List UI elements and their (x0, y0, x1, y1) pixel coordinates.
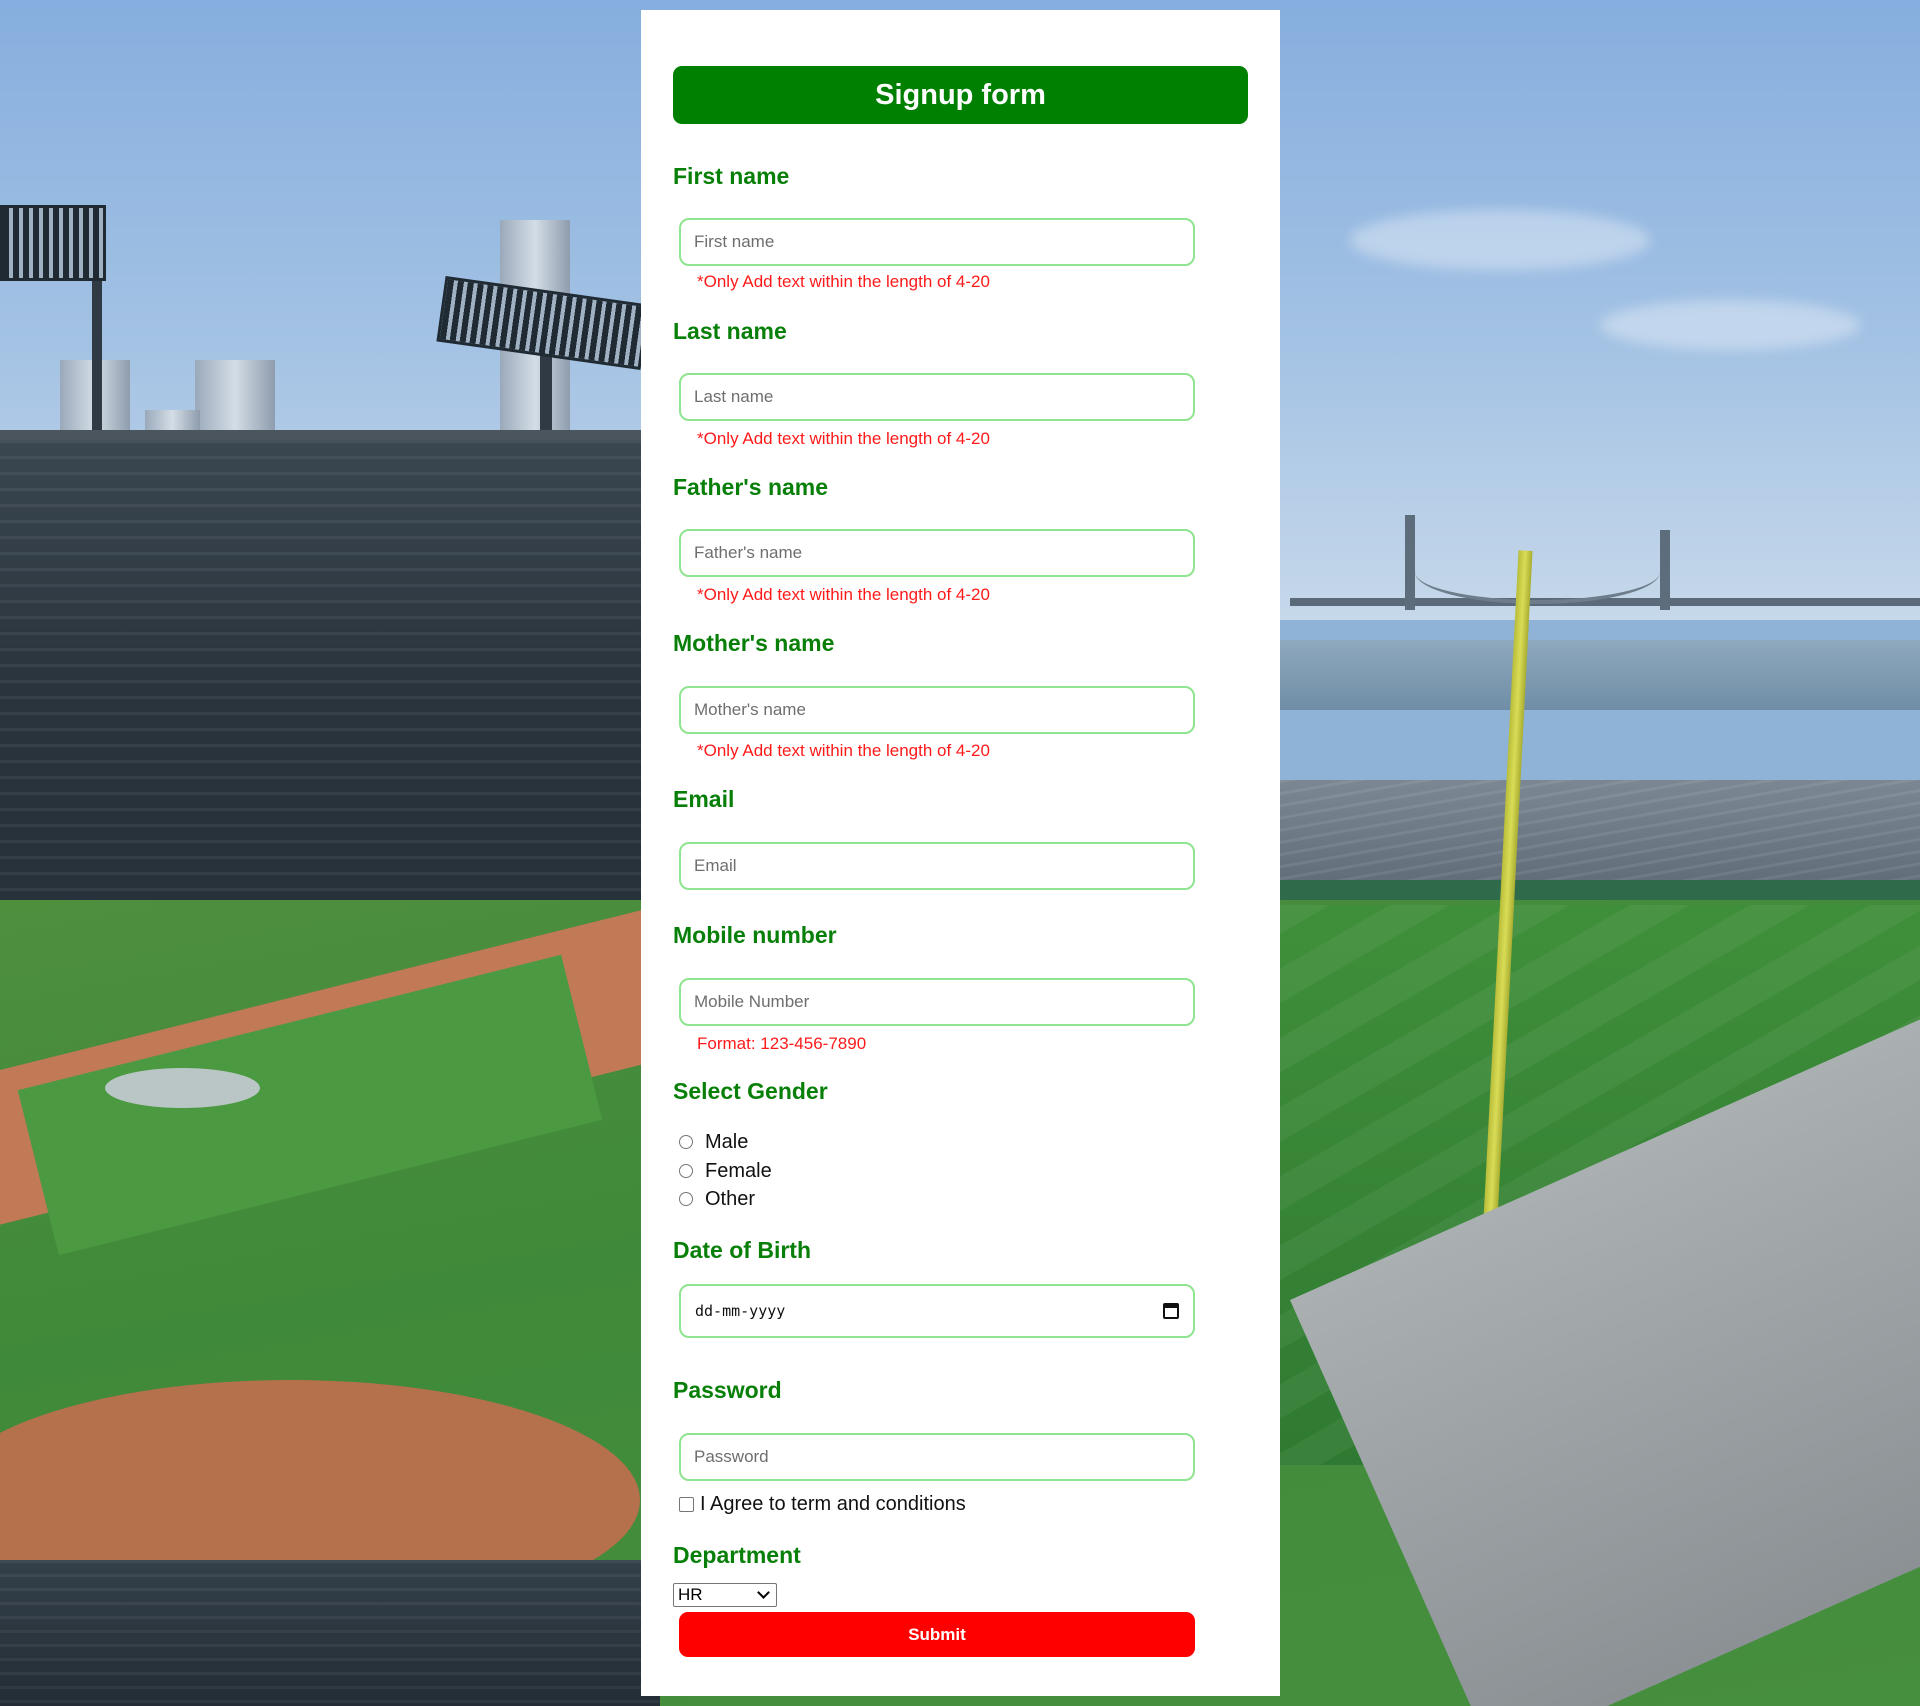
fathers-name-label: Father's name (673, 474, 829, 500)
radio-button[interactable] (679, 1135, 693, 1149)
radio-label: Male (705, 1130, 749, 1153)
light-tower (92, 280, 102, 450)
last-name-hint: *Only Add text within the length of 4-20 (697, 429, 990, 448)
dob-date-input[interactable]: dd-mm-yyyy (679, 1284, 1195, 1338)
email-input[interactable] (679, 842, 1195, 890)
first-name-hint: *Only Add text within the length of 4-20 (697, 272, 990, 291)
calendar-icon[interactable] (1163, 1303, 1179, 1319)
bay-water (1280, 640, 1920, 710)
bridge-tower (1660, 530, 1670, 610)
department-selected-value: HR (678, 1585, 703, 1604)
stands-right (1280, 780, 1920, 890)
bridge-cable (1415, 540, 1660, 604)
gender-option-male[interactable]: Male (679, 1129, 748, 1155)
department-label: Department (673, 1542, 801, 1568)
light-bank (0, 205, 106, 281)
bridge-deck (1290, 598, 1920, 606)
cloud (1350, 210, 1650, 270)
bridge-tower (1405, 515, 1415, 610)
terms-checkbox-row[interactable]: I Agree to term and conditions (679, 1493, 966, 1516)
cloud (1600, 300, 1860, 350)
email-label: Email (673, 786, 735, 812)
mobile-format-hint: Format: 123-456-7890 (697, 1034, 867, 1053)
submit-button[interactable]: Submit (679, 1612, 1195, 1657)
radio-button[interactable] (679, 1164, 693, 1178)
department-select[interactable]: HR (673, 1583, 777, 1607)
stands-bottom (0, 1560, 660, 1706)
last-name-label: Last name (673, 318, 787, 344)
password-label: Password (673, 1377, 782, 1403)
mobile-label: Mobile number (673, 922, 837, 948)
fathers-name-hint: *Only Add text within the length of 4-20 (697, 585, 990, 604)
first-name-input[interactable] (679, 218, 1195, 266)
gender-label: Select Gender (673, 1078, 828, 1104)
gender-option-other[interactable]: Other (679, 1186, 755, 1212)
first-name-label: First name (673, 163, 790, 189)
terms-checkbox[interactable] (679, 1497, 694, 1512)
mobile-input[interactable] (679, 978, 1195, 1026)
terms-label: I Agree to term and conditions (700, 1493, 966, 1515)
signup-form-card: Signup form First name *Only Add text wi… (641, 10, 1280, 1696)
radio-label: Female (705, 1159, 772, 1182)
pitchers-mound (105, 1068, 260, 1108)
mothers-name-hint: *Only Add text within the length of 4-20 (697, 741, 990, 760)
dob-value: dd-mm-yyyy (695, 1302, 786, 1320)
mothers-name-input[interactable] (679, 686, 1195, 734)
form-title: Signup form (673, 66, 1248, 124)
radio-button[interactable] (679, 1192, 693, 1206)
last-name-input[interactable] (679, 373, 1195, 421)
mothers-name-label: Mother's name (673, 630, 835, 656)
dob-label: Date of Birth (673, 1237, 811, 1263)
gender-option-female[interactable]: Female (679, 1158, 772, 1184)
radio-label: Other (705, 1187, 756, 1210)
password-input[interactable] (679, 1433, 1195, 1481)
chevron-down-icon (757, 1586, 770, 1599)
fathers-name-input[interactable] (679, 529, 1195, 577)
